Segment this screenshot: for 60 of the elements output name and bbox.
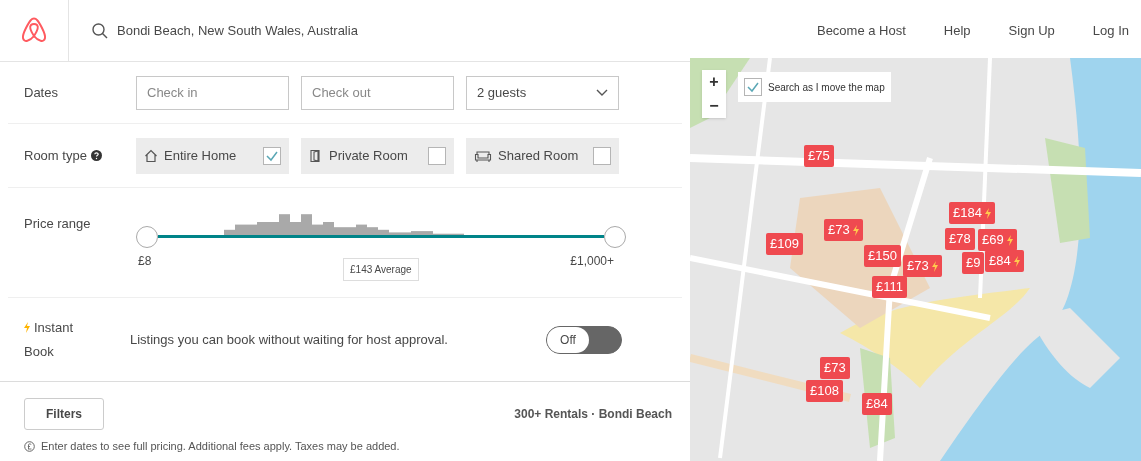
price-marker[interactable]: £84 xyxy=(985,250,1024,272)
average-price-label: £143 Average xyxy=(343,258,419,281)
sofa-icon xyxy=(474,148,492,163)
search-icon xyxy=(91,21,109,40)
search-field[interactable]: Bondi Beach, New South Wales, Australia xyxy=(91,0,817,61)
row-label: Dates xyxy=(24,83,59,102)
lightning-icon xyxy=(1013,255,1020,267)
checkbox[interactable] xyxy=(428,146,446,165)
toggle-switch[interactable]: Off xyxy=(546,325,622,354)
zoom-out-button[interactable]: − xyxy=(702,94,726,118)
rentals-count: 300+ Rentals · Bondi Beach xyxy=(514,406,672,423)
lightning-icon xyxy=(24,322,30,334)
pricing-note: Enter dates to see full pricing. Additional fees apply. Taxes may be added. xyxy=(41,439,400,454)
nav-link[interactable]: Help xyxy=(943,20,971,41)
search-as-move-label: Search as I move the map xyxy=(768,80,885,95)
check-in-field[interactable]: Check in xyxy=(136,75,289,110)
room-type-option[interactable]: Entire Home xyxy=(136,137,289,174)
row-label: Room type xyxy=(24,146,87,165)
instant-book-description: Listings you can book without waiting for host approval. xyxy=(130,330,449,349)
filters-button[interactable]: Filters xyxy=(24,398,104,430)
lightning-icon xyxy=(984,207,991,219)
price-marker[interactable]: £108 xyxy=(806,380,843,402)
lightning-icon xyxy=(1006,234,1013,246)
price-marker[interactable]: £78 xyxy=(945,228,975,250)
nav-link[interactable]: Become a Host xyxy=(816,20,906,41)
help-icon[interactable] xyxy=(90,150,102,161)
price-marker[interactable]: £109 xyxy=(766,233,803,255)
price-marker[interactable]: £150 xyxy=(864,245,901,267)
room-type-option[interactable]: Private Room xyxy=(301,137,454,174)
price-marker[interactable]: £111 xyxy=(872,276,907,298)
price-marker[interactable]: £73 xyxy=(903,255,942,277)
row-label: Price range xyxy=(24,215,92,233)
price-marker[interactable]: £184 xyxy=(949,202,995,224)
checkbox[interactable] xyxy=(263,146,281,165)
slider-track[interactable] xyxy=(158,235,604,238)
nav-link[interactable]: Sign Up xyxy=(1008,20,1055,41)
chevron-icon xyxy=(596,88,608,97)
slider-handle[interactable] xyxy=(604,226,626,248)
nav-link[interactable]: Log In xyxy=(1092,20,1129,41)
slider-handle[interactable] xyxy=(136,226,158,248)
guests-dropdown[interactable]: 2 guests xyxy=(466,75,619,110)
row-label: Book xyxy=(24,342,55,361)
lightning-icon xyxy=(852,224,859,236)
house-icon xyxy=(144,148,158,163)
zoom-in-button[interactable]: + xyxy=(702,70,726,94)
min-price: £8 xyxy=(138,253,152,270)
check-out-field[interactable]: Check out xyxy=(301,75,454,110)
price-marker[interactable]: £73 xyxy=(824,219,863,241)
price-marker[interactable]: £84 xyxy=(862,393,892,415)
row-label: Instant xyxy=(34,319,74,337)
price-marker[interactable]: £9 xyxy=(962,252,985,274)
price-marker[interactable]: £69 xyxy=(978,229,1017,251)
price-marker[interactable]: £73 xyxy=(820,357,850,379)
price-marker[interactable]: £75 xyxy=(804,145,834,167)
checkbox[interactable] xyxy=(593,146,611,165)
door-icon xyxy=(309,148,323,163)
currency-icon xyxy=(24,440,35,452)
room-type-option[interactable]: Shared Room xyxy=(466,137,619,174)
max-price: £1,000+ xyxy=(570,253,614,270)
checkbox[interactable] xyxy=(744,78,762,96)
